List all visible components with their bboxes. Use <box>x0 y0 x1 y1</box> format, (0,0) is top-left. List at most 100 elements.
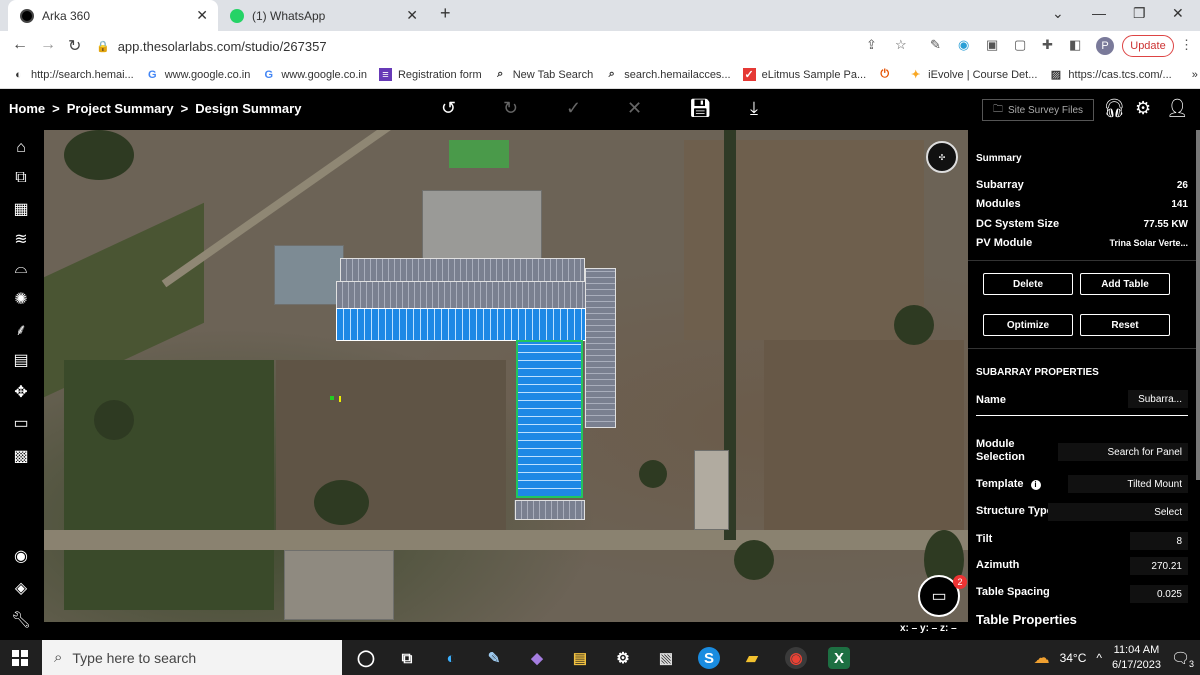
extensions-puzzle-icon[interactable]: ✚ <box>1042 37 1053 53</box>
delete-button[interactable]: Delete <box>983 273 1073 295</box>
map-canvas[interactable] <box>44 130 968 622</box>
tab-whatsapp[interactable]: (1) WhatsApp ✕ <box>218 0 428 31</box>
task-view-icon[interactable]: ⧉ <box>396 647 418 669</box>
weather-icon[interactable]: ☁ <box>1034 648 1050 668</box>
solar-panel-subarray[interactable] <box>336 308 586 341</box>
url-field[interactable]: 🔒 app.thesolarlabs.com/studio/267357 <box>96 35 916 57</box>
back-icon[interactable]: ← <box>12 36 28 54</box>
compass-icon[interactable]: ✣ <box>926 141 958 173</box>
sidepanel-icon[interactable]: ◧ <box>1069 37 1081 53</box>
bookmark-item[interactable]: ≡ Registration form <box>378 68 482 81</box>
save-icon[interactable]: 💾︎ <box>689 98 712 119</box>
template-select[interactable]: Tilted Mount <box>1068 475 1188 493</box>
cortana-icon[interactable]: ◯ <box>355 647 377 669</box>
file-explorer-icon[interactable]: ▰ <box>741 647 763 669</box>
inverter-icon[interactable]: ▤ <box>11 350 31 370</box>
edge-icon[interactable]: ◐ <box>440 647 462 669</box>
settings-icon[interactable]: ⚙ <box>612 647 634 669</box>
panel-grid-icon[interactable]: ▦ <box>11 199 31 219</box>
sticky-notes-icon[interactable]: ▤ <box>569 647 591 669</box>
table-spacing-input[interactable]: 0.025 <box>1130 585 1188 603</box>
module-search-input[interactable]: Search for Panel <box>1058 443 1188 461</box>
user-icon[interactable]: 👤︎ <box>1166 98 1189 119</box>
download-icon[interactable]: ⤓ <box>750 98 758 119</box>
polygon-icon[interactable]: ⧉ <box>11 168 31 188</box>
walkway-icon[interactable]: ≋ <box>11 229 31 249</box>
breadcrumb-design-summary[interactable]: Design Summary <box>195 101 301 116</box>
share-icon[interactable]: ⇪ <box>866 37 877 53</box>
close-window-button[interactable]: ✕ <box>1172 5 1184 22</box>
taskbar-search[interactable]: ⌕ Type here to search <box>42 640 342 675</box>
check-icon[interactable]: ✓ <box>566 98 581 119</box>
bookmark-star-icon[interactable]: ☆ <box>895 37 907 53</box>
notepad-icon[interactable]: ✎ <box>483 647 505 669</box>
close-tab-icon[interactable]: ✕ <box>196 7 208 24</box>
info-icon[interactable]: i <box>1030 480 1041 490</box>
breadcrumb-home[interactable]: Home <box>9 101 45 116</box>
profile-avatar[interactable]: P <box>1096 37 1114 55</box>
azimuth-input[interactable]: 270.21 <box>1130 557 1188 575</box>
update-button[interactable]: Update <box>1122 35 1174 57</box>
cancel-icon[interactable]: ✕ <box>627 98 642 119</box>
site-survey-files-button[interactable]: 🗀 Site Survey Files <box>982 99 1094 121</box>
reset-button[interactable]: Reset <box>1080 314 1170 336</box>
solar-panel-subarray-selected[interactable] <box>516 340 583 498</box>
tree-icon[interactable]: ⸙ <box>11 319 31 339</box>
redo-icon[interactable]: ↻ <box>503 98 518 119</box>
forward-icon[interactable]: → <box>40 36 56 54</box>
home-icon[interactable]: ⌂ <box>11 138 31 158</box>
gear-icon[interactable]: ⚙ <box>1135 98 1151 119</box>
extension-pen-icon[interactable]: ✎ <box>930 37 941 53</box>
extension-box-icon[interactable]: ▢ <box>1014 37 1026 53</box>
clock[interactable]: 11:04 AM 6/17/2023 <box>1112 643 1161 673</box>
bookmark-item[interactable]: ▨ https://cas.tcs.com/... <box>1049 68 1172 82</box>
cylinder-icon[interactable]: ⌓ <box>11 259 31 279</box>
bookmark-item[interactable]: ◐ http://search.hemai... <box>12 68 134 81</box>
sun-icon[interactable]: ✺ <box>11 289 31 309</box>
comment-icon[interactable]: ▭ <box>11 413 31 433</box>
layers-icon[interactable]: ◈ <box>11 578 31 598</box>
menu-kebab-icon[interactable]: ⋮ <box>1180 37 1193 53</box>
bookmark-item[interactable]: ⌕ search.hemailacces... <box>605 68 731 81</box>
bookmark-item[interactable]: Gwww.google.co.in <box>262 68 367 81</box>
reload-icon[interactable]: ↻ <box>68 36 81 56</box>
tray-chevron-icon[interactable]: ^ <box>1096 651 1102 665</box>
structure-type-select[interactable]: Select <box>1048 503 1188 521</box>
tab-arka-360[interactable]: Arka 360 ✕ <box>8 0 218 31</box>
skype-icon[interactable]: S <box>698 647 720 669</box>
optimize-button[interactable]: Optimize <box>983 314 1073 336</box>
bookmark-item[interactable]: Gwww.google.co.in <box>146 68 250 81</box>
document-icon[interactable]: ▧ <box>655 647 677 669</box>
tab-search-icon[interactable]: ⌄ <box>1052 5 1064 22</box>
bookmark-item[interactable]: ✓ eLitmus Sample Pa... <box>742 68 866 81</box>
move-icon[interactable]: ✥ <box>11 382 31 402</box>
eye-icon[interactable]: ◉ <box>11 546 31 566</box>
map-footer <box>44 622 968 640</box>
table-properties-heading[interactable]: Table Properties <box>976 612 1077 627</box>
notifications-icon[interactable]: 🗨︎ 3 <box>1171 649 1194 669</box>
minimize-button[interactable]: — <box>1092 5 1106 21</box>
wrench-icon[interactable]: 🔧︎ <box>11 610 31 630</box>
new-tab-button[interactable]: + <box>440 3 451 24</box>
visual-studio-icon[interactable]: ◆ <box>526 647 548 669</box>
undo-icon[interactable]: ↺ <box>441 98 456 119</box>
bookmark-item[interactable]: ⏻ <box>878 68 897 81</box>
tilt-input[interactable]: 8 <box>1130 532 1188 550</box>
close-tab-icon[interactable]: ✕ <box>406 7 418 24</box>
breadcrumb-project-summary[interactable]: Project Summary <box>67 101 174 116</box>
headset-icon[interactable]: 🎧︎ <box>1103 98 1126 119</box>
more-bookmarks-icon[interactable]: » <box>1192 69 1198 81</box>
image-edit-icon[interactable]: ▩ <box>11 446 31 466</box>
bookmark-item[interactable]: ⌕ New Tab Search <box>494 68 593 81</box>
windows-start-icon[interactable] <box>12 650 28 666</box>
extension-image-icon[interactable]: ▣ <box>986 37 998 53</box>
panel-scrollbar[interactable] <box>1196 130 1200 480</box>
extension-globe-icon[interactable]: ◉ <box>958 37 969 53</box>
maximize-button[interactable]: ❐ <box>1133 5 1146 22</box>
chrome-icon[interactable]: ◉ <box>785 647 807 669</box>
bookmark-item[interactable]: ✦ iEvolve | Course Det... <box>909 68 1037 82</box>
excel-icon[interactable]: X <box>828 647 850 669</box>
name-input[interactable]: Subarra... <box>1128 390 1188 408</box>
temperature[interactable]: 34°C <box>1060 651 1087 665</box>
add-table-button[interactable]: Add Table <box>1080 273 1170 295</box>
